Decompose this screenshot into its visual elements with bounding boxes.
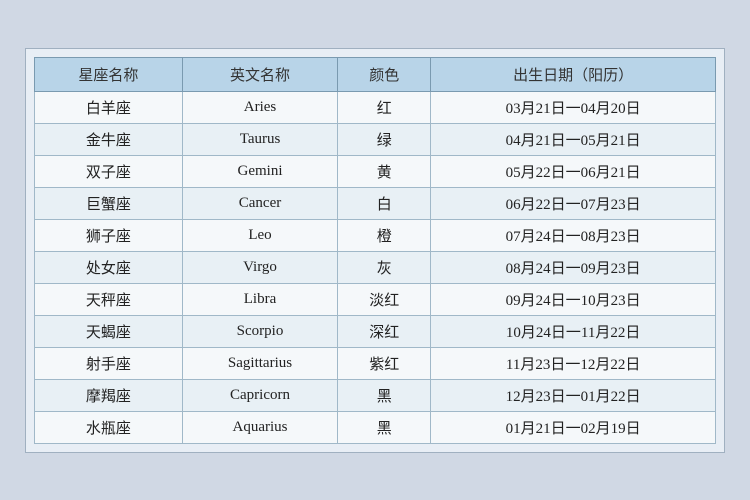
cell-chinese-name: 双子座 <box>35 155 183 187</box>
cell-birthdate: 10月24日一11月22日 <box>431 315 716 347</box>
cell-english-name: Scorpio <box>182 315 337 347</box>
cell-birthdate: 04月21日一05月21日 <box>431 123 716 155</box>
cell-color: 淡红 <box>338 283 431 315</box>
table-row: 金牛座Taurus绿04月21日一05月21日 <box>35 123 716 155</box>
cell-chinese-name: 处女座 <box>35 251 183 283</box>
cell-english-name: Leo <box>182 219 337 251</box>
cell-birthdate: 03月21日一04月20日 <box>431 91 716 123</box>
table-row: 巨蟹座Cancer白06月22日一07月23日 <box>35 187 716 219</box>
cell-english-name: Gemini <box>182 155 337 187</box>
header-chinese-name: 星座名称 <box>35 57 183 91</box>
table-row: 处女座Virgo灰08月24日一09月23日 <box>35 251 716 283</box>
header-color: 颜色 <box>338 57 431 91</box>
cell-english-name: Sagittarius <box>182 347 337 379</box>
table-row: 摩羯座Capricorn黑12月23日一01月22日 <box>35 379 716 411</box>
cell-birthdate: 08月24日一09月23日 <box>431 251 716 283</box>
cell-color: 黄 <box>338 155 431 187</box>
cell-chinese-name: 射手座 <box>35 347 183 379</box>
cell-english-name: Aquarius <box>182 411 337 443</box>
cell-english-name: Taurus <box>182 123 337 155</box>
cell-birthdate: 05月22日一06月21日 <box>431 155 716 187</box>
table-row: 水瓶座Aquarius黑01月21日一02月19日 <box>35 411 716 443</box>
cell-birthdate: 09月24日一10月23日 <box>431 283 716 315</box>
cell-birthdate: 12月23日一01月22日 <box>431 379 716 411</box>
cell-chinese-name: 天蝎座 <box>35 315 183 347</box>
cell-birthdate: 01月21日一02月19日 <box>431 411 716 443</box>
zodiac-table: 星座名称 英文名称 颜色 出生日期（阳历） 白羊座Aries红03月21日一04… <box>34 57 716 444</box>
cell-color: 黑 <box>338 379 431 411</box>
cell-birthdate: 11月23日一12月22日 <box>431 347 716 379</box>
table-row: 白羊座Aries红03月21日一04月20日 <box>35 91 716 123</box>
cell-chinese-name: 巨蟹座 <box>35 187 183 219</box>
cell-chinese-name: 狮子座 <box>35 219 183 251</box>
cell-color: 深红 <box>338 315 431 347</box>
cell-color: 黑 <box>338 411 431 443</box>
header-english-name: 英文名称 <box>182 57 337 91</box>
cell-english-name: Capricorn <box>182 379 337 411</box>
cell-color: 紫红 <box>338 347 431 379</box>
cell-chinese-name: 金牛座 <box>35 123 183 155</box>
cell-color: 红 <box>338 91 431 123</box>
cell-english-name: Aries <box>182 91 337 123</box>
cell-chinese-name: 摩羯座 <box>35 379 183 411</box>
cell-birthdate: 07月24日一08月23日 <box>431 219 716 251</box>
table-row: 狮子座Leo橙07月24日一08月23日 <box>35 219 716 251</box>
cell-chinese-name: 天秤座 <box>35 283 183 315</box>
cell-chinese-name: 水瓶座 <box>35 411 183 443</box>
cell-birthdate: 06月22日一07月23日 <box>431 187 716 219</box>
table-row: 天蝎座Scorpio深红10月24日一11月22日 <box>35 315 716 347</box>
cell-color: 绿 <box>338 123 431 155</box>
cell-color: 橙 <box>338 219 431 251</box>
table-row: 天秤座Libra淡红09月24日一10月23日 <box>35 283 716 315</box>
table-header-row: 星座名称 英文名称 颜色 出生日期（阳历） <box>35 57 716 91</box>
cell-chinese-name: 白羊座 <box>35 91 183 123</box>
cell-color: 白 <box>338 187 431 219</box>
table-row: 射手座Sagittarius紫红11月23日一12月22日 <box>35 347 716 379</box>
header-birthdate: 出生日期（阳历） <box>431 57 716 91</box>
table-row: 双子座Gemini黄05月22日一06月21日 <box>35 155 716 187</box>
cell-color: 灰 <box>338 251 431 283</box>
cell-english-name: Libra <box>182 283 337 315</box>
cell-english-name: Virgo <box>182 251 337 283</box>
zodiac-table-container: 星座名称 英文名称 颜色 出生日期（阳历） 白羊座Aries红03月21日一04… <box>25 48 725 453</box>
cell-english-name: Cancer <box>182 187 337 219</box>
